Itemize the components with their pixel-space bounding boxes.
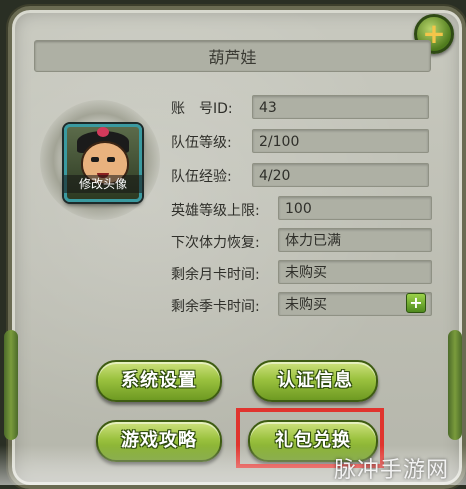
team-exp-value: 4/20 [252,163,429,187]
vine-right-decoration [448,330,462,440]
account-id-value: 43 [252,95,429,119]
add-icon: + [409,293,423,312]
stamina-recovery-value: 体力已满 [278,228,432,252]
avatar-bow [97,127,109,137]
change-avatar-label[interactable]: 修改头像 [64,175,142,193]
vine-left-decoration [4,330,18,440]
player-name-title: 葫芦娃 [34,40,431,72]
season-card-label: 剩余季卡时间: [171,299,260,315]
team-exp-label: 队伍经验: [171,169,232,185]
stamina-recovery-label: 下次体力恢复: [171,235,260,251]
team-level-label: 队伍等级: [171,135,232,151]
avatar-right-eye [107,157,115,162]
team-level-value: 2/100 [252,129,429,153]
account-id-label: 账 号ID: [171,101,233,117]
hero-level-cap-value: 100 [278,196,432,220]
monthly-card-value: 未购买 [278,260,432,284]
site-watermark: 脉冲手游网 [334,458,450,483]
hero-level-cap-label: 英雄等级上限: [171,203,260,219]
monthly-card-label: 剩余月卡时间: [171,267,260,283]
system-settings-button[interactable]: 系统设置 [96,360,222,402]
avatar-left-eye [91,157,99,162]
verify-info-button[interactable]: 认证信息 [252,360,378,402]
player-name: 葫芦娃 [208,48,257,67]
buy-season-card-button[interactable]: + [406,293,426,313]
